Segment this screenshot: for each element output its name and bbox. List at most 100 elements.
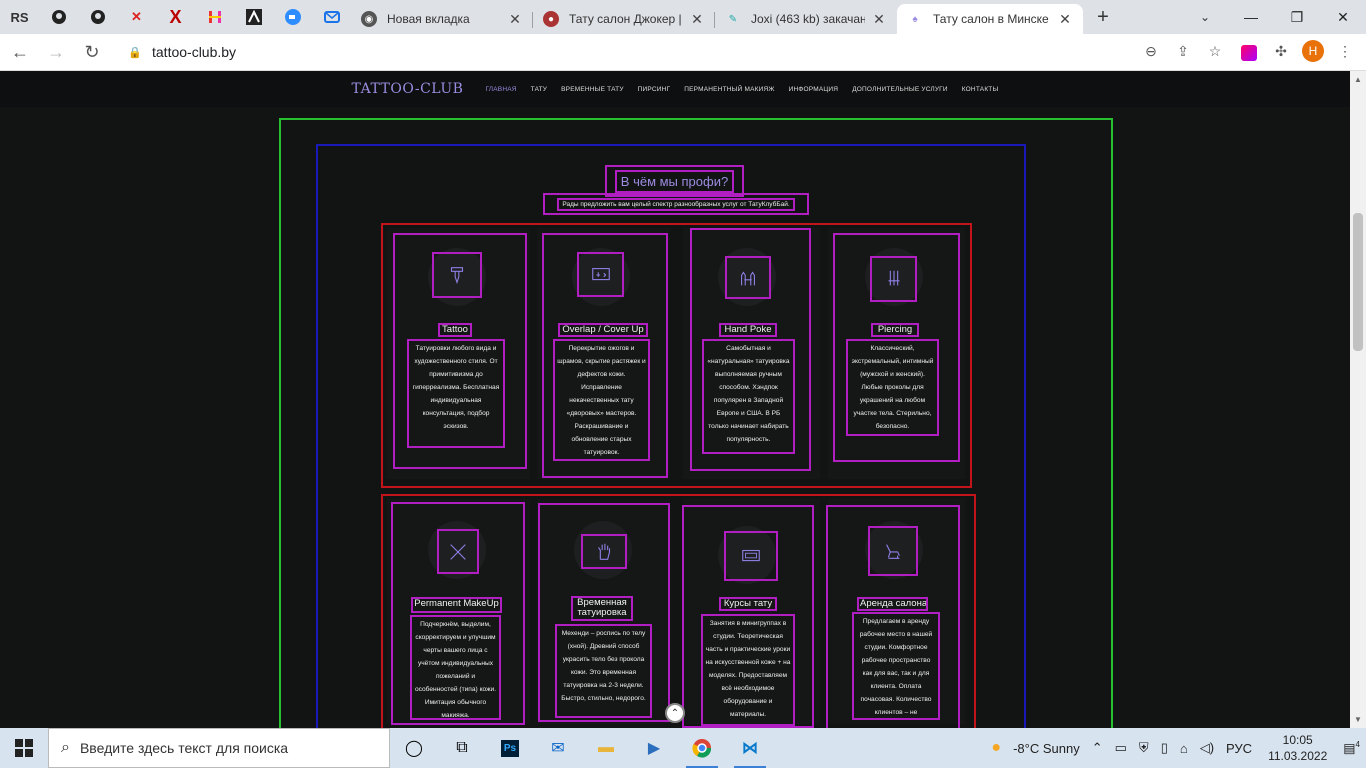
henna-hand-icon [581,534,627,569]
github-icon[interactable] [78,0,117,34]
tattoo-icon: ♠ [912,13,918,25]
tablet-icon[interactable]: ▭ [1115,740,1127,756]
extension-gradient-icon[interactable] [1238,40,1260,62]
photoshop-icon[interactable]: Ps [486,728,534,768]
nav-contacts[interactable]: КОНТАКТЫ [962,86,999,93]
chrome-taskbar-icon[interactable] [678,728,726,768]
chrome-icon: ◉ [361,11,377,27]
reload-button[interactable]: ↻ [76,36,108,68]
section-subtitle: Рады предложить вам целый спектр разнооб… [557,197,795,211]
scroll-up-arrow-icon[interactable]: ▲ [1354,75,1362,84]
nav-info[interactable]: ИНФОРМАЦИЯ [789,86,839,93]
zoom-icon[interactable] [273,0,312,34]
vscode-icon[interactable]: ⋈ [726,728,774,768]
clock[interactable]: 10:05 11.03.2022 [1268,732,1327,764]
mail-app-icon[interactable]: ✉ [534,728,582,768]
notification-count: 4 [1355,739,1360,749]
volume-icon[interactable]: ◁) [1200,740,1214,756]
site-logo[interactable]: TATTOO-CLUB [352,81,464,97]
tab-joker[interactable]: ● Тату салон Джокер | с ✕ [533,4,715,34]
a-icon[interactable] [234,0,273,34]
h-icon[interactable] [195,0,234,34]
service-title: Tattoo [438,323,472,337]
makeup-tools-icon [437,529,479,574]
tab-title: Новая вкладка [387,12,470,26]
cover-up-icon [577,252,624,297]
video-editor-icon[interactable]: ▶ [630,728,678,768]
taskbar-search[interactable]: ⌕ Введите здесь текст для поиска [48,728,390,768]
github-icon[interactable] [39,0,78,34]
piercing-icon [870,256,917,302]
bookmark-red-icon[interactable]: ✕ [117,0,156,34]
course-screen-icon [724,531,778,581]
maximize-button[interactable]: ❐ [1274,0,1320,34]
service-description: Предлагаем в аренду рабочее место в наше… [852,612,940,720]
menu-icon[interactable]: ⋮ [1334,40,1356,62]
service-description: Занятия в минигруппах в студии. Теоретич… [701,614,795,726]
tab-joxi[interactable]: ✎ Joxi (463 kb) закачан ✕ [715,4,897,34]
tab-title: Тату салон в Минске [933,12,1049,26]
service-title: Permanent MakeUp [411,597,502,613]
site-nav: TATTOO-CLUB ГЛАВНАЯ ТАТУ ВРЕМЕННЫЕ ТАТУ … [0,71,1350,107]
notification-icon[interactable]: ▤4 [1343,740,1360,756]
subtitle-wrapper: Рады предложить вам целый спектр разнооб… [543,193,809,215]
site-icon: ● [543,11,559,27]
system-tray: ● -8°C Sunny ⌃ ▭ ⛨ ▯ ⌂ ◁) РУС 10:05 11.0… [985,728,1366,768]
service-title: Hand Poke [719,323,777,337]
nav-extra[interactable]: ДОПОЛНИТЕЛЬНЫЕ УСЛУГИ [852,86,948,93]
nav-tattoo[interactable]: ТАТУ [531,86,547,93]
tab-title: Joxi (463 kb) закачан [751,12,865,26]
new-tab-button[interactable]: + [1089,3,1117,31]
back-button[interactable]: ← [4,36,36,68]
address-bar[interactable]: 🔒 tattoo-club.by [118,38,1178,66]
scroll-to-top-button[interactable]: ⌃ [665,703,685,723]
nav-home[interactable]: ГЛАВНАЯ [485,86,516,93]
service-description: Перекрытие ожогов и шрамов, скрытие раст… [553,339,650,461]
windows-start-icon[interactable] [0,728,48,768]
battery-icon[interactable]: ▯ [1161,740,1168,756]
tab-tattoo-active[interactable]: ♠ Тату салон в Минске ✕ [897,4,1083,34]
nav-permanent[interactable]: ПЕРМАНЕНТНЫЙ МАКИЯЖ [684,86,774,93]
hands-icon [725,256,771,299]
puzzle-icon[interactable]: ✣ [1270,40,1292,62]
taskbar: ⌕ Введите здесь текст для поиска ◯ ⧉ Ps … [0,728,1366,768]
network-icon[interactable]: ⌂ [1180,741,1188,756]
cortana-icon[interactable]: ◯ [390,728,438,768]
language-indicator[interactable]: РУС [1226,741,1252,756]
star-icon[interactable]: ☆ [1204,40,1226,62]
nav-temp-tattoo[interactable]: ВРЕМЕННЫЕ ТАТУ [561,86,624,93]
share-icon[interactable]: ⇪ [1172,40,1194,62]
security-icon[interactable]: ⛨ [1139,740,1149,756]
forward-button[interactable]: → [40,36,72,68]
zoom-out-icon[interactable]: ⊖ [1140,40,1162,62]
tab-new[interactable]: ◉ Новая вкладка ✕ [351,4,533,34]
service-title: Временная татуировка [571,596,633,621]
tab-title: Тату салон Джокер | с [569,12,683,26]
close-icon[interactable]: ✕ [1057,11,1073,27]
tattoo-machine-icon [432,252,482,298]
scroll-down-arrow-icon[interactable]: ▼ [1354,715,1362,724]
clock-date: 11.03.2022 [1268,749,1328,763]
search-icon: ⌕ [61,739,70,756]
chevron-up-icon[interactable]: ⌃ [1092,740,1103,756]
pinned-rs[interactable]: RS [0,0,39,34]
section-heading: В чём мы профи? [614,169,735,193]
avatar[interactable]: H [1302,40,1324,62]
nav-piercing[interactable]: ПИРСИНГ [638,86,671,93]
file-explorer-icon[interactable]: ▬ [582,728,630,768]
x-icon[interactable]: X [156,0,195,34]
minimize-button[interactable]: — [1228,0,1274,34]
task-view-icon[interactable]: ⧉ [438,728,486,768]
service-description: Мехенди – роспись по телу (хной). Древни… [555,624,652,718]
service-title: Overlap / Cover Up [558,323,648,337]
close-icon[interactable]: ✕ [507,11,523,27]
joxi-icon: ✎ [728,13,738,25]
close-icon[interactable]: ✕ [689,11,705,27]
weather-text[interactable]: -8°C Sunny [1013,741,1080,756]
close-icon[interactable]: ✕ [871,11,887,27]
page-scrollbar[interactable]: ▲ ▼ [1350,71,1366,728]
scrollbar-thumb[interactable] [1353,213,1363,351]
mail-icon[interactable] [312,0,351,34]
chevron-down-icon[interactable]: ⌄ [1194,6,1216,28]
close-window-button[interactable]: ✕ [1320,0,1366,34]
